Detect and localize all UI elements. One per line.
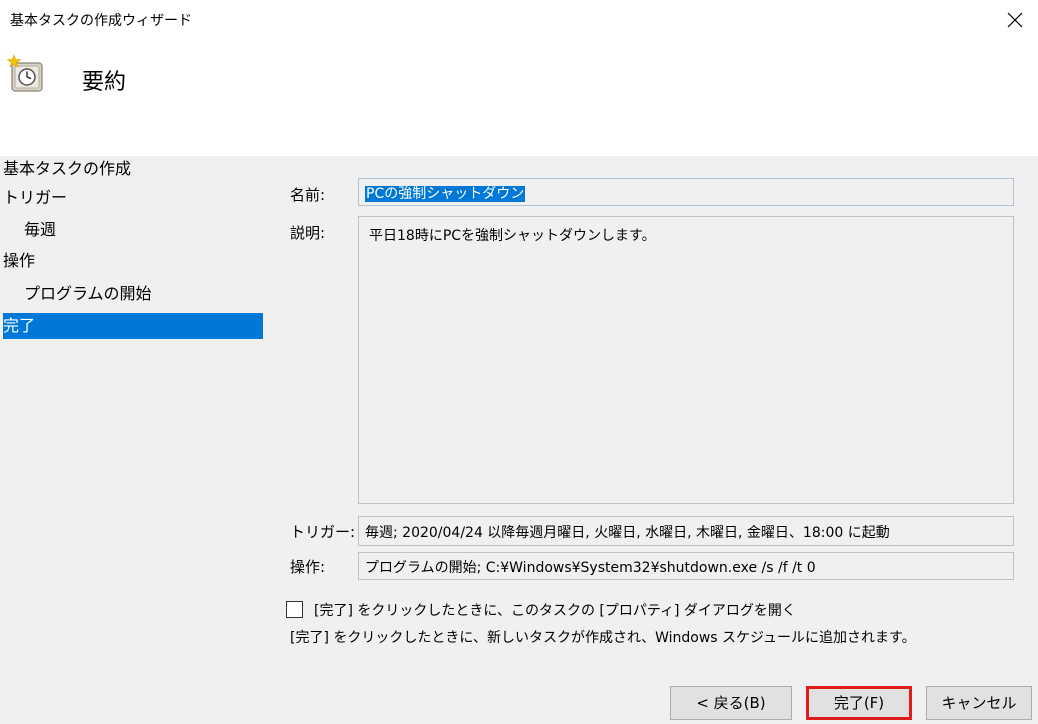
page-title: 要約 bbox=[82, 70, 127, 95]
description-label: 説明: bbox=[290, 224, 326, 242]
step-create-basic-task[interactable]: 基本タスクの作成 bbox=[3, 156, 263, 182]
step-finish[interactable]: 完了 bbox=[3, 313, 263, 339]
step-start-program[interactable]: プログラムの開始 bbox=[3, 281, 263, 307]
close-button[interactable] bbox=[992, 0, 1038, 40]
name-field[interactable]: PCの強制シャットダウン bbox=[358, 178, 1014, 206]
trigger-summary-field[interactable]: 毎週; 2020/04/24 以降毎週月曜日, 火曜日, 水曜日, 木曜日, 金… bbox=[358, 516, 1014, 546]
trigger-label: トリガー: bbox=[290, 523, 356, 541]
action-summary-field[interactable]: プログラムの開始; C:¥Windows¥System32¥shutdown.e… bbox=[358, 552, 1014, 580]
title-bar: 基本タスクの作成ウィザード bbox=[0, 0, 1038, 40]
open-properties-label[interactable]: [完了] をクリックしたときに、このタスクの [プロパティ] ダイアログを開く bbox=[314, 600, 796, 620]
wizard-window: 基本タスクの作成ウィザード 要約 基本タスクの作成 トリガー 毎週 操作 プログ… bbox=[0, 0, 1038, 724]
cancel-button[interactable]: キャンセル bbox=[926, 686, 1032, 720]
name-value: PCの強制シャットダウン bbox=[365, 186, 526, 202]
window-title: 基本タスクの作成ウィザード bbox=[10, 13, 192, 29]
task-scheduler-clock-icon bbox=[6, 54, 43, 92]
finish-note: [完了] をクリックしたときに、新しいタスクが作成され、Windows スケジュ… bbox=[290, 630, 916, 646]
wizard-content: 基本タスクの作成 トリガー 毎週 操作 プログラムの開始 完了 名前: PCの強… bbox=[0, 156, 1038, 724]
back-button[interactable]: < 戻る(B) bbox=[670, 686, 792, 720]
finish-button[interactable]: 完了(F) bbox=[806, 686, 912, 720]
step-trigger[interactable]: トリガー bbox=[3, 185, 263, 211]
close-icon bbox=[1007, 12, 1023, 28]
step-action[interactable]: 操作 bbox=[3, 248, 263, 274]
description-field[interactable]: 平日18時にPCを強制シャットダウンします。 bbox=[358, 216, 1014, 504]
step-weekly[interactable]: 毎週 bbox=[3, 217, 263, 243]
open-properties-checkbox[interactable] bbox=[286, 601, 303, 618]
wizard-header: 要約 bbox=[0, 40, 1038, 156]
name-label: 名前: bbox=[290, 186, 326, 204]
action-label: 操作: bbox=[290, 558, 326, 576]
